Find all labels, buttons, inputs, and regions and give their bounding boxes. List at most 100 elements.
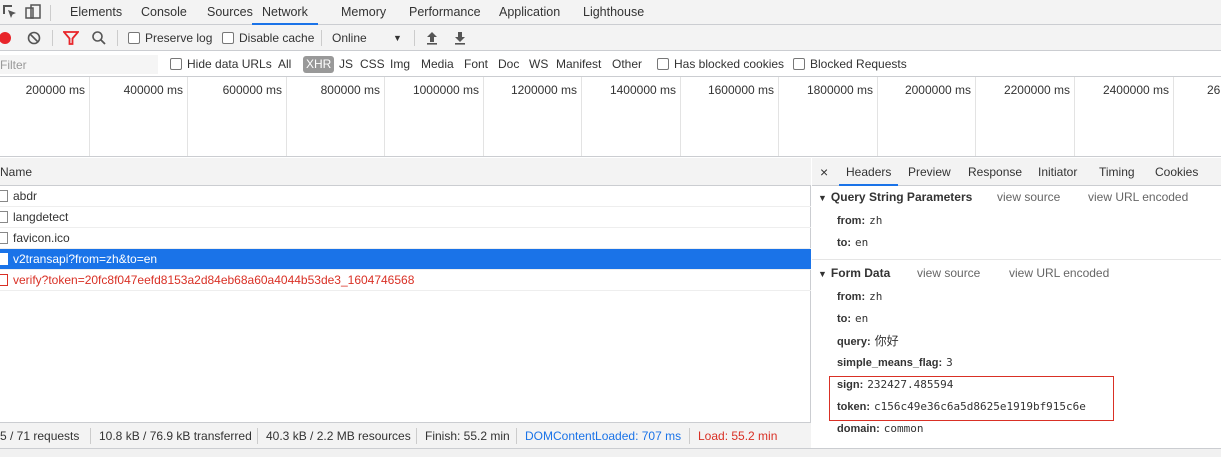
type-filter-manifest[interactable]: Manifest <box>556 52 601 77</box>
section-title: Form Data <box>830 266 891 280</box>
view-url-encoded-link[interactable]: view URL encoded <box>1088 186 1188 208</box>
tab-initiator[interactable]: Initiator <box>1038 158 1077 186</box>
preserve-log-checkbox[interactable]: Preserve log <box>128 25 212 51</box>
hide-data-urls-checkbox[interactable]: Hide data URLs <box>170 52 272 77</box>
tick-label: 2200000 ms <box>1003 83 1070 97</box>
table-row[interactable]: favicon.ico <box>0 228 811 249</box>
tab-headers[interactable]: Headers <box>839 158 899 186</box>
throttling-select[interactable]: Online ▼ <box>332 25 404 51</box>
status-divider <box>257 428 258 444</box>
tab-cookies[interactable]: Cookies <box>1155 158 1198 186</box>
hide-data-urls-label: Hide data URLs <box>187 57 272 71</box>
tab-bar-divider <box>50 5 51 21</box>
param-value: en <box>855 312 869 325</box>
import-har-icon[interactable] <box>425 25 439 51</box>
view-source-link[interactable]: view source <box>997 186 1060 208</box>
record-icon[interactable] <box>0 25 14 51</box>
clear-icon[interactable] <box>27 25 41 51</box>
type-filter-all[interactable]: All <box>278 52 291 77</box>
disable-cache-checkbox[interactable]: Disable cache <box>222 25 314 51</box>
type-filter-js[interactable]: JS <box>339 52 353 77</box>
type-filter-doc[interactable]: Doc <box>498 52 519 77</box>
type-filter-css[interactable]: CSS <box>360 52 385 77</box>
tick-label: 200000 ms <box>25 83 85 97</box>
timeline-tick: 1000000 ms <box>385 77 484 156</box>
tab-lighthouse[interactable]: Lighthouse <box>583 0 644 25</box>
tab-performance[interactable]: Performance <box>409 0 481 25</box>
tab-memory[interactable]: Memory <box>341 0 386 25</box>
timeline-tick: 2000000 ms <box>878 77 976 156</box>
tab-console[interactable]: Console <box>141 0 187 25</box>
timeline-tick: 400000 ms <box>90 77 188 156</box>
inspect-element-icon[interactable] <box>2 4 18 23</box>
param-value: 3 <box>946 356 953 369</box>
tick-label: 400000 ms <box>123 83 183 97</box>
param-key: to: <box>837 313 852 325</box>
table-row-error[interactable]: verify?token=20fc8f047eefd8153a2d84eb68a… <box>0 270 811 291</box>
resources-size: 40.3 kB / 2.2 MB resources <box>266 429 411 443</box>
form-param-to: to: en <box>837 309 868 329</box>
type-filter-font[interactable]: Font <box>464 52 488 77</box>
param-key: domain: <box>837 423 880 435</box>
form-param-domain: domain: common <box>837 419 924 439</box>
tab-preview[interactable]: Preview <box>908 158 951 186</box>
view-source-link[interactable]: view source <box>917 262 980 284</box>
form-param-query: query: 你好 <box>837 331 899 351</box>
type-filter-media[interactable]: Media <box>421 52 454 77</box>
timeline-tick: 1800000 ms <box>779 77 878 156</box>
has-blocked-cookies-checkbox[interactable]: Has blocked cookies <box>657 52 784 77</box>
blocked-requests-checkbox[interactable]: Blocked Requests <box>793 52 907 77</box>
timeline-overview[interactable]: 200000 ms 400000 ms 600000 ms 800000 ms … <box>0 77 1221 157</box>
device-toolbar-icon[interactable] <box>25 4 41 23</box>
checkbox-box <box>128 32 140 44</box>
type-filter-ws[interactable]: WS <box>529 52 548 77</box>
tick-label: 26 <box>1207 83 1221 97</box>
tab-elements[interactable]: Elements <box>70 0 122 25</box>
throttling-value: Online <box>332 31 367 45</box>
type-filter-xhr[interactable]: XHR <box>303 56 335 73</box>
type-filter-img[interactable]: Img <box>390 52 410 77</box>
table-row-selected[interactable]: v2transapi?from=zh&to=en <box>0 249 811 270</box>
tab-timing[interactable]: Timing <box>1099 158 1135 186</box>
request-name: abdr <box>13 189 38 203</box>
query-param-to: to: en <box>837 233 868 253</box>
name-column-header[interactable]: Name <box>0 158 811 186</box>
request-name: langdetect <box>13 210 69 224</box>
search-icon[interactable] <box>91 25 107 51</box>
status-divider <box>416 428 417 444</box>
timeline-tick: 1600000 ms <box>681 77 779 156</box>
network-toolbar: Preserve log Disable cache Online ▼ <box>0 25 1221 51</box>
view-url-encoded-link[interactable]: view URL encoded <box>1009 262 1109 284</box>
filter-icon[interactable] <box>62 25 80 51</box>
table-row[interactable]: langdetect <box>0 207 811 228</box>
drawer-edge <box>0 448 1221 457</box>
param-value: 你好 <box>874 334 899 348</box>
tick-label: 800000 ms <box>320 83 380 97</box>
tab-sources[interactable]: Sources <box>207 0 253 25</box>
highlight-annotation-box <box>829 376 1114 421</box>
status-divider <box>516 428 517 444</box>
toolbar-divider <box>117 30 118 46</box>
triangle-down-icon: ▼ <box>818 193 827 203</box>
tab-application[interactable]: Application <box>499 0 560 25</box>
query-string-section-header[interactable]: ▼ Query String Parameters view source vie… <box>812 186 1221 208</box>
form-data-section-header[interactable]: ▼ Form Data view source view URL encoded <box>812 262 1221 284</box>
tab-network[interactable]: Network <box>252 0 318 25</box>
tick-label: 600000 ms <box>222 83 282 97</box>
type-filter-other[interactable]: Other <box>612 52 642 77</box>
request-name: verify?token=20fc8f047eefd8153a2d84eb68a… <box>13 273 415 287</box>
close-icon[interactable]: × <box>820 158 828 186</box>
filter-bar: Hide data URLs All XHR JS CSS Img Media … <box>0 52 1221 77</box>
timeline-tick: 600000 ms <box>188 77 287 156</box>
param-key: from: <box>837 215 866 227</box>
form-param-simple-means-flag: simple_means_flag: 3 <box>837 353 953 373</box>
status-bar: 5 / 71 requests 10.8 kB / 76.9 kB transf… <box>0 422 811 448</box>
param-value: zh <box>869 214 883 227</box>
export-har-icon[interactable] <box>453 25 467 51</box>
request-list: Name abdr langdetect favicon.ico v2trans… <box>0 158 811 422</box>
tab-response[interactable]: Response <box>968 158 1022 186</box>
toolbar-divider <box>414 30 415 46</box>
file-icon <box>0 190 8 202</box>
filter-input[interactable] <box>0 55 158 74</box>
table-row[interactable]: abdr <box>0 186 811 207</box>
